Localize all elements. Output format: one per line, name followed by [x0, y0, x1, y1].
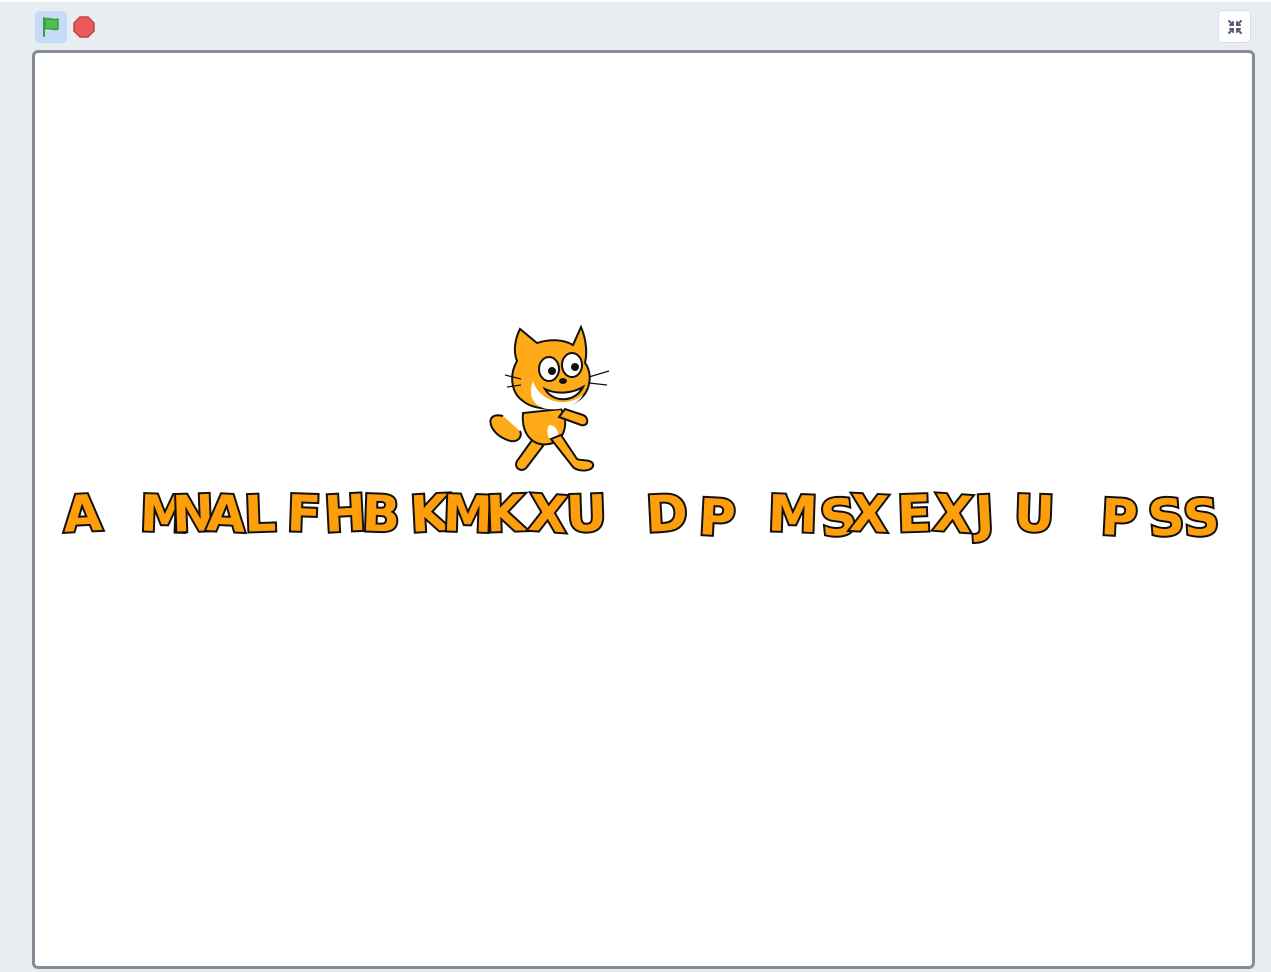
letter-sprite[interactable]: X: [846, 482, 892, 546]
letter-sprite[interactable]: P: [695, 486, 739, 550]
letter-sprite[interactable]: A: [60, 482, 106, 546]
letter-sprite[interactable]: L: [241, 483, 279, 546]
letter-sprite[interactable]: U: [563, 482, 610, 545]
letter-sprite[interactable]: S: [1144, 486, 1189, 551]
letter-sprite[interactable]: A: [203, 482, 249, 546]
stop-button[interactable]: [71, 14, 97, 40]
letter-sprites-layer: A MNAL F HB KMK XU D P MSX E X J U P SS: [60, 482, 1224, 551]
stage-header-bar: [0, 0, 1271, 46]
letter-sprite[interactable]: U: [1011, 482, 1058, 545]
unfullscreen-button[interactable]: [1218, 10, 1251, 43]
letter-sprite[interactable]: B: [359, 482, 403, 545]
letter-sprite[interactable]: D: [643, 482, 691, 546]
letter-sprite[interactable]: F: [284, 482, 324, 545]
stop-icon: [73, 16, 95, 38]
letter-sprite[interactable]: M: [765, 482, 821, 546]
letter-sprite[interactable]: K: [483, 482, 530, 545]
letter-sprite[interactable]: P: [1097, 486, 1141, 550]
letter-sprite[interactable]: X: [930, 482, 977, 547]
stage-canvas[interactable]: AMNALFHBKMKXUDPMSXEXJUPSS: [32, 50, 1255, 969]
green-flag-button[interactable]: [35, 11, 67, 43]
letter-sprite[interactable]: E: [894, 482, 934, 545]
unfullscreen-icon: [1227, 19, 1242, 34]
letter-sprite[interactable]: J: [969, 483, 998, 546]
letter-sprite[interactable]: X: [525, 482, 572, 547]
green-flag-icon: [43, 17, 59, 37]
letter-sprite[interactable]: S: [1179, 486, 1223, 550]
